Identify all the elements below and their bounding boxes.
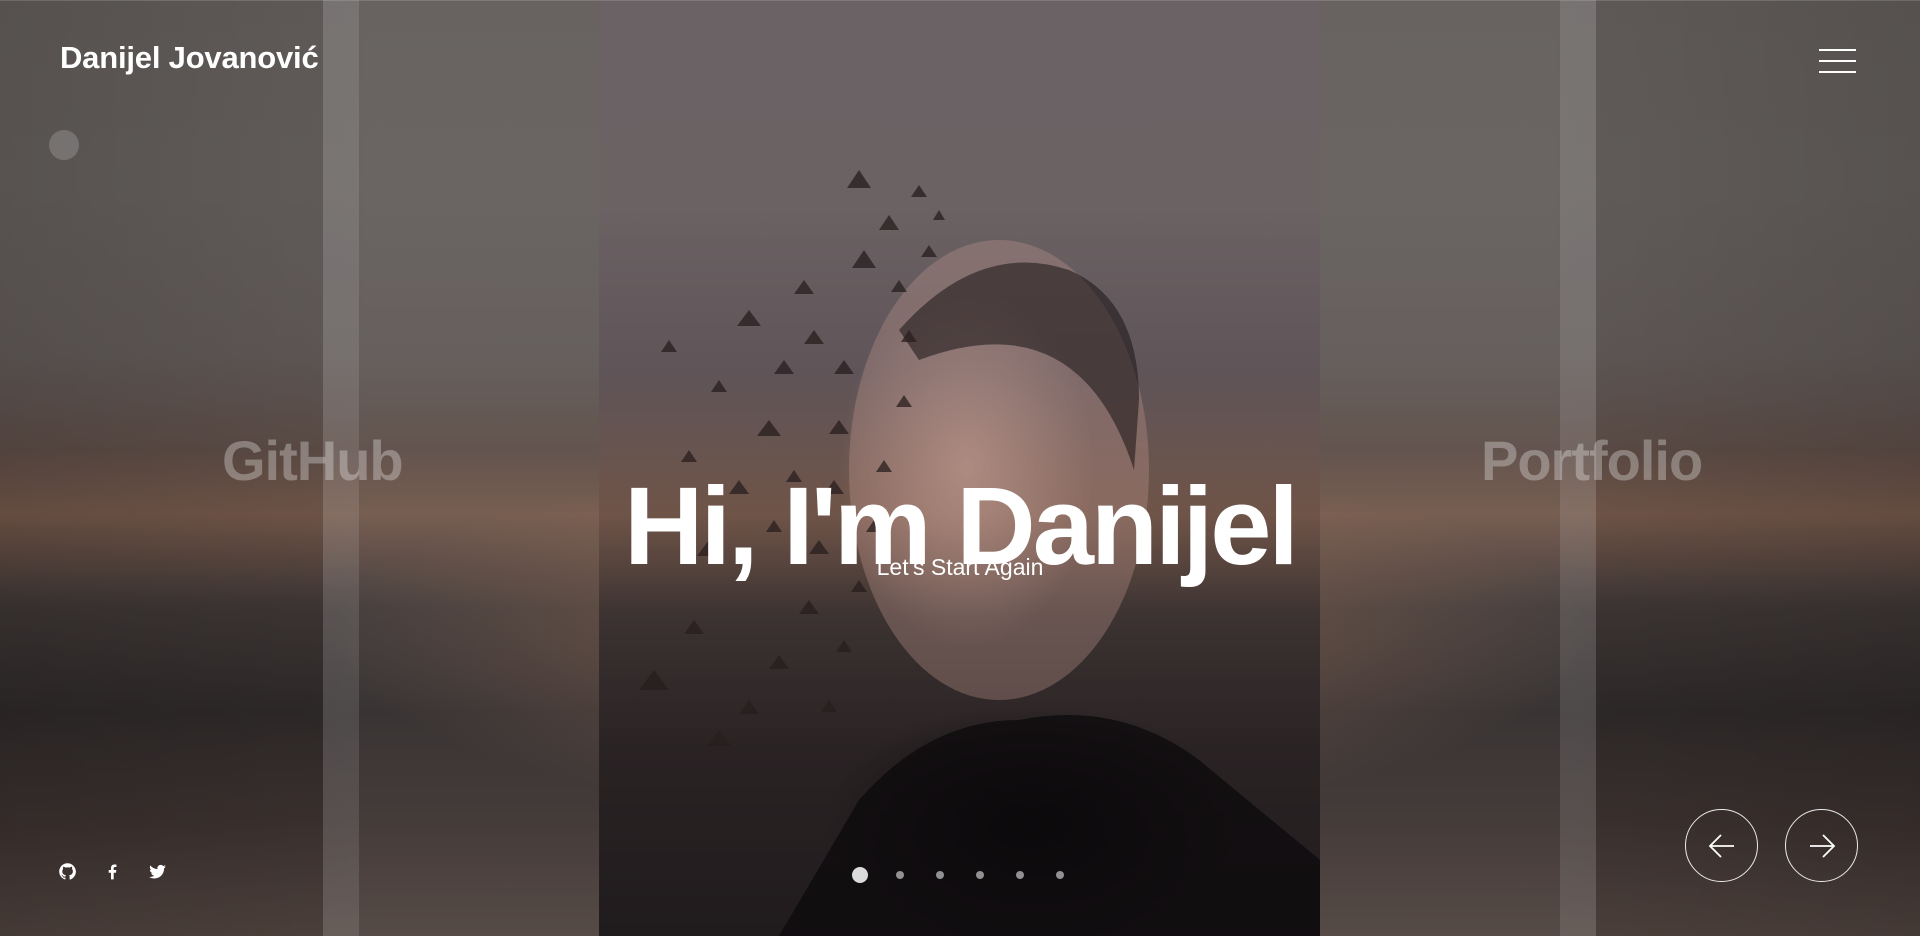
custom-cursor-dot bbox=[49, 130, 79, 160]
prev-slide-button[interactable] bbox=[1685, 809, 1758, 882]
slider-pagination bbox=[852, 867, 1064, 883]
pagination-dot-3[interactable] bbox=[936, 871, 944, 879]
next-slide-button[interactable] bbox=[1785, 809, 1858, 882]
pagination-dot-5[interactable] bbox=[1016, 871, 1024, 879]
site-brand-link[interactable]: Danijel Jovanović bbox=[60, 40, 319, 76]
top-divider bbox=[0, 0, 1920, 1]
menu-line bbox=[1819, 49, 1856, 51]
hero-subtitle: Let's Start Again bbox=[876, 554, 1044, 580]
pagination-dot-4[interactable] bbox=[976, 871, 984, 879]
pagination-dot-2[interactable] bbox=[896, 871, 904, 879]
arrow-left-icon bbox=[1708, 833, 1734, 858]
social-links bbox=[58, 862, 167, 881]
facebook-icon[interactable] bbox=[103, 862, 122, 881]
github-icon[interactable] bbox=[58, 862, 77, 881]
arrow-right-icon bbox=[1809, 833, 1835, 858]
menu-line bbox=[1819, 60, 1856, 62]
menu-line bbox=[1819, 71, 1856, 73]
hamburger-menu-icon[interactable] bbox=[1819, 49, 1856, 75]
twitter-icon[interactable] bbox=[148, 862, 167, 881]
pagination-dot-1[interactable] bbox=[852, 867, 868, 883]
pagination-dot-6[interactable] bbox=[1056, 871, 1064, 879]
